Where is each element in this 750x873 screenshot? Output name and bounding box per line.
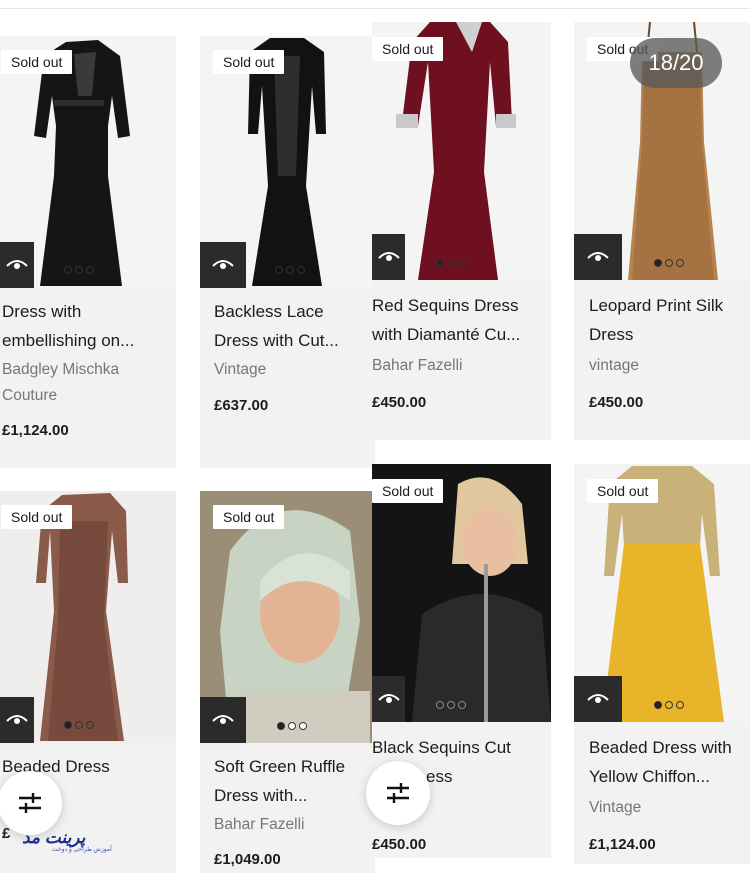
pagination-dot[interactable] xyxy=(665,701,673,709)
product-brand-line: Badgley Mischka xyxy=(2,361,120,378)
filter-button[interactable] xyxy=(366,761,430,825)
product-title-line[interactable]: Yellow Chiffon... xyxy=(589,762,710,791)
eye-icon xyxy=(6,260,28,269)
eye-icon xyxy=(377,694,400,703)
product-price: £1,124.00 xyxy=(589,836,656,853)
pagination-dot[interactable] xyxy=(64,721,72,729)
pagination-dot[interactable] xyxy=(654,259,662,267)
quick-view-button[interactable] xyxy=(0,242,34,288)
sold-out-badge: Sold out xyxy=(372,479,444,503)
product-brand-line: Bahar Fazelli xyxy=(214,816,305,833)
quick-view-button[interactable] xyxy=(372,234,405,280)
pagination-dot[interactable] xyxy=(447,701,455,709)
pagination-dot[interactable] xyxy=(86,721,94,729)
sold-out-badge: Sold out xyxy=(372,37,444,61)
product-title-line[interactable]: Dress with Cut... xyxy=(214,326,339,355)
top-divider xyxy=(0,8,750,9)
pagination-dot[interactable] xyxy=(64,266,72,274)
product-title-line[interactable]: embellishing on... xyxy=(2,326,134,355)
pagination-dot[interactable] xyxy=(458,259,466,267)
product-title-line[interactable]: Backless Lace xyxy=(214,297,324,326)
product-price: £1,049.00 xyxy=(214,851,281,868)
product-card[interactable]: Sold out Soft Green Ruffle Dress with...… xyxy=(200,491,375,873)
quick-view-button[interactable] xyxy=(200,242,246,288)
gallery-counter: 18/20 xyxy=(630,38,722,88)
sold-out-badge: Sold out xyxy=(1,505,73,529)
product-title-line[interactable]: Dress with... xyxy=(214,781,308,810)
pagination-dot[interactable] xyxy=(299,722,307,730)
product-price: £450.00 xyxy=(589,394,644,411)
sliders-icon xyxy=(387,783,409,803)
product-brand-line: Vintage xyxy=(214,361,267,378)
eye-icon xyxy=(212,260,234,269)
product-title-line[interactable]: Beaded Dress with xyxy=(589,733,732,762)
sold-out-badge: Sold out xyxy=(1,50,73,74)
eye-icon xyxy=(212,715,234,724)
image-pagination[interactable] xyxy=(275,266,305,274)
product-price: £1,124.00 xyxy=(2,422,69,439)
pagination-dot[interactable] xyxy=(286,266,294,274)
image-pagination[interactable] xyxy=(436,259,466,267)
eye-icon xyxy=(587,694,609,703)
image-pagination[interactable] xyxy=(277,722,307,730)
watermark-logo: پرینت مد آموزش طراحی و دوخت xyxy=(22,828,120,854)
quick-view-button[interactable] xyxy=(200,697,246,743)
product-title-line[interactable]: Leopard Print Silk xyxy=(589,291,723,320)
pagination-dot[interactable] xyxy=(297,266,305,274)
pagination-dot[interactable] xyxy=(676,701,684,709)
product-title-line[interactable]: with Diamanté Cu... xyxy=(372,320,520,349)
pagination-dot[interactable] xyxy=(86,266,94,274)
product-card[interactable]: Sold out Backless Lace Dress with Cut...… xyxy=(200,36,375,468)
product-brand-line: Bahar Fazelli xyxy=(372,357,463,374)
product-price: £450.00 xyxy=(372,836,427,853)
product-price: £450.00 xyxy=(372,394,427,411)
product-title-line[interactable]: Red Sequins Dress xyxy=(372,291,518,320)
product-title-line[interactable]: Black Sequins Cut xyxy=(372,733,511,762)
watermark-text: پرینت مد xyxy=(22,828,86,847)
eye-icon xyxy=(587,252,609,261)
product-card[interactable]: Sold out Red Sequins Dress with Diamanté… xyxy=(372,22,551,440)
pagination-dot[interactable] xyxy=(75,721,83,729)
pagination-dot[interactable] xyxy=(654,701,662,709)
image-pagination[interactable] xyxy=(64,266,94,274)
image-pagination[interactable] xyxy=(436,701,466,709)
quick-view-button[interactable] xyxy=(574,234,622,280)
pagination-dot[interactable] xyxy=(288,722,296,730)
pagination-dot[interactable] xyxy=(676,259,684,267)
product-title-line[interactable]: Dress with xyxy=(2,297,81,326)
product-card[interactable]: Sold out Beaded Dress with Yellow Chiffo… xyxy=(574,464,750,864)
sold-out-badge: Sold out xyxy=(213,505,285,529)
eye-icon xyxy=(6,715,28,724)
pagination-dot[interactable] xyxy=(436,259,444,267)
sold-out-badge: Sold out xyxy=(587,479,659,503)
product-brand-line: vintage xyxy=(589,357,639,374)
product-brand-line: Vintage xyxy=(589,799,642,816)
sliders-icon xyxy=(19,793,41,813)
eye-icon xyxy=(377,252,400,261)
quick-view-button[interactable] xyxy=(0,697,34,743)
product-price: £637.00 xyxy=(214,397,269,414)
pagination-dot[interactable] xyxy=(458,701,466,709)
watermark-subtext: آموزش طراحی و دوخت xyxy=(52,847,112,853)
product-card[interactable]: Sold out Dress with embellishing on... B… xyxy=(0,36,176,468)
pagination-dot[interactable] xyxy=(75,266,83,274)
product-title-line[interactable]: ess xyxy=(426,762,452,791)
image-pagination[interactable] xyxy=(64,721,94,729)
pagination-dot[interactable] xyxy=(275,266,283,274)
product-title-line[interactable]: Soft Green Ruffle xyxy=(214,752,345,781)
pagination-dot[interactable] xyxy=(436,701,444,709)
pagination-dot[interactable] xyxy=(447,259,455,267)
product-title-line[interactable]: Dress xyxy=(589,320,633,349)
filter-button[interactable] xyxy=(0,771,62,835)
quick-view-button[interactable] xyxy=(372,676,405,722)
pagination-dot[interactable] xyxy=(665,259,673,267)
quick-view-button[interactable] xyxy=(574,676,622,722)
image-pagination[interactable] xyxy=(654,701,684,709)
sold-out-badge: Sold out xyxy=(213,50,285,74)
product-brand-line: Couture xyxy=(2,387,58,404)
image-pagination[interactable] xyxy=(654,259,684,267)
pagination-dot[interactable] xyxy=(277,722,285,730)
